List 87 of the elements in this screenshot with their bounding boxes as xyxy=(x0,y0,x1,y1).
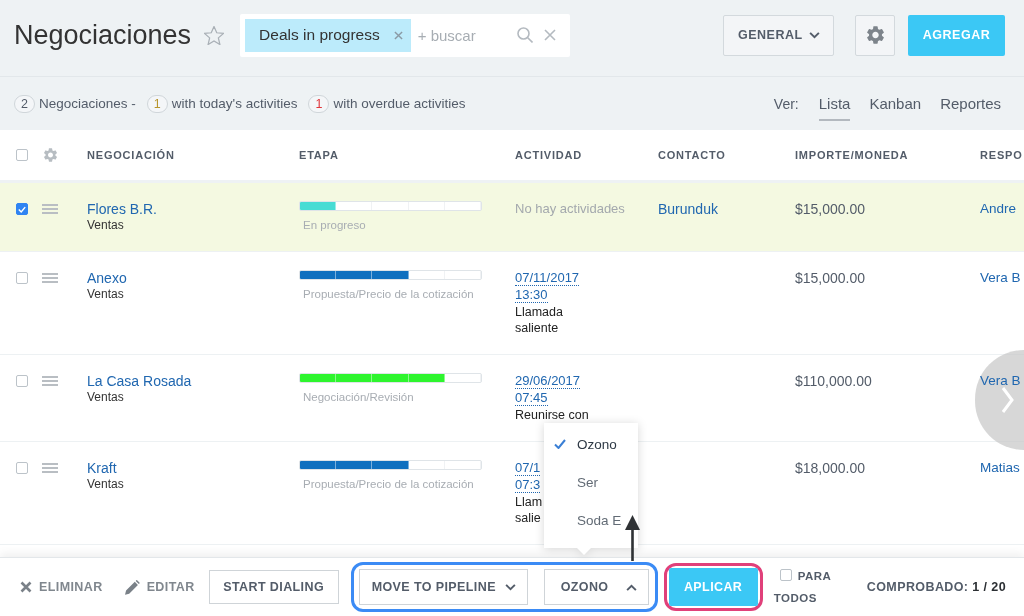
column-header[interactable]: ETAPA xyxy=(299,149,515,161)
row-checkbox[interactable] xyxy=(16,203,28,215)
activity-note-text: salie xyxy=(515,510,541,526)
view-tab[interactable]: Reportes xyxy=(940,86,1001,121)
gear-icon xyxy=(866,26,884,44)
annotation-arrow xyxy=(625,515,640,561)
responsible-link[interactable]: Andre xyxy=(980,201,1017,217)
activity-note-text: Llam xyxy=(515,494,543,510)
column-header[interactable]: ACTIVIDAD xyxy=(515,149,658,161)
deal-name-link[interactable]: Flores B.R. xyxy=(87,201,157,217)
view-tab[interactable]: Lista xyxy=(818,86,851,121)
view-label: Ver: xyxy=(773,95,799,112)
stage-text: Negociación/Revisión xyxy=(302,390,414,405)
select-all-checkbox[interactable] xyxy=(16,149,28,161)
x-icon xyxy=(20,581,32,593)
gear-icon[interactable] xyxy=(44,148,57,162)
activity-time-link[interactable]: 07:45 xyxy=(515,390,548,406)
amount-text: $15,000.00 xyxy=(795,270,866,286)
pipeline-text: Ventas xyxy=(87,217,124,233)
column-header[interactable]: CONTACTO xyxy=(658,149,795,161)
row-checkbox[interactable] xyxy=(16,375,28,387)
activity-date-link[interactable]: 07/11/2017 xyxy=(515,270,580,286)
activity-date-link[interactable]: 07/1 xyxy=(515,460,541,476)
summary-text: Negociaciones - xyxy=(39,96,136,111)
activity-note-text: saliente xyxy=(515,320,559,336)
pipeline-text: Ventas xyxy=(87,286,124,302)
view-tab[interactable]: Kanban xyxy=(869,86,922,121)
count-badge: 1 xyxy=(146,94,168,113)
activity-date-link[interactable]: 29/06/2017 xyxy=(515,373,581,389)
amount-text: $110,000.00 xyxy=(795,373,872,389)
stage-text: Propuesta/Precio de la cotización xyxy=(302,287,474,302)
start-dialing-button[interactable]: START DIALING xyxy=(208,570,339,604)
checkmark-icon xyxy=(18,205,26,213)
dropdown-option[interactable]: Ozono xyxy=(544,425,638,463)
checkmark-icon xyxy=(554,439,566,449)
search-icon[interactable] xyxy=(517,27,534,43)
drag-handle-icon[interactable] xyxy=(42,204,58,214)
delete-button[interactable]: ELIMINAR xyxy=(20,580,103,594)
activity-note-text: Reunirse con xyxy=(515,407,589,423)
dropdown-option[interactable]: Ser xyxy=(544,463,638,501)
checkbox[interactable] xyxy=(779,569,792,581)
row-checkbox[interactable] xyxy=(16,462,28,474)
pipeline-text: Ventas xyxy=(87,476,124,492)
pipeline-dropdown[interactable]: MOVE TO PIPELINE xyxy=(358,569,528,605)
no-activity-text: No hay actividades xyxy=(515,201,625,217)
responsible-link[interactable]: Vera B xyxy=(980,373,1021,389)
pipeline-text: Ventas xyxy=(87,389,124,405)
stage-text: En progreso xyxy=(302,218,366,233)
responsible-link[interactable]: Vera B xyxy=(980,270,1021,286)
deal-name-link[interactable]: Kraft xyxy=(87,460,117,476)
drag-handle-icon[interactable] xyxy=(42,273,58,283)
pencil-icon xyxy=(124,579,140,595)
activity-time-link[interactable]: 07:3 xyxy=(515,477,541,493)
amount-text: $18,000.00 xyxy=(795,460,866,476)
star-icon[interactable] xyxy=(204,25,225,45)
edit-button[interactable]: EDITAR xyxy=(124,579,195,595)
responsible-link[interactable]: Matias xyxy=(980,460,1020,476)
page-title: Negociaciones xyxy=(14,19,192,51)
summary-text: with overdue activities xyxy=(333,96,466,111)
contact-link[interactable]: Burunduk xyxy=(658,201,718,217)
drag-handle-icon[interactable] xyxy=(42,376,58,386)
search-field[interactable]: Deals in progress + buscar xyxy=(240,13,571,57)
column-header[interactable]: IMPORTE/MONEDA xyxy=(795,149,980,161)
summary-text: with today's activities xyxy=(171,96,298,111)
column-header[interactable]: RESPO xyxy=(980,149,1024,161)
settings-button[interactable] xyxy=(855,14,895,56)
chevron-down-icon xyxy=(809,31,820,39)
stage-text: Propuesta/Precio de la cotización xyxy=(302,477,474,492)
apply-to-all-option[interactable]: PARA TODOS xyxy=(773,565,834,609)
amount-text: $15,000.00 xyxy=(795,201,866,217)
deal-name-link[interactable]: La Casa Rosada xyxy=(87,373,192,389)
count-badge: 2 xyxy=(14,94,35,113)
selection-counter: COMPROBADO: 1 / 20 xyxy=(866,580,1006,594)
row-checkbox[interactable] xyxy=(16,272,28,284)
deal-name-link[interactable]: Anexo xyxy=(87,270,127,286)
chevron-right-icon xyxy=(1001,386,1014,414)
stage-dropdown[interactable]: OZONO xyxy=(543,569,649,605)
filter-tag[interactable]: Deals in progress xyxy=(245,18,411,52)
close-icon[interactable] xyxy=(544,29,557,41)
dropdown-option[interactable]: Soda E xyxy=(544,501,638,539)
close-icon[interactable] xyxy=(393,30,403,40)
activity-time-link[interactable]: 13:30 xyxy=(515,287,548,303)
count-badge: 1 xyxy=(308,94,330,113)
column-header[interactable]: NEGOCIACIÓN xyxy=(87,149,299,161)
drag-handle-icon[interactable] xyxy=(42,463,58,473)
activity-note-text: Llamada xyxy=(515,304,563,320)
category-dropdown[interactable]: GENERAL xyxy=(723,14,834,56)
